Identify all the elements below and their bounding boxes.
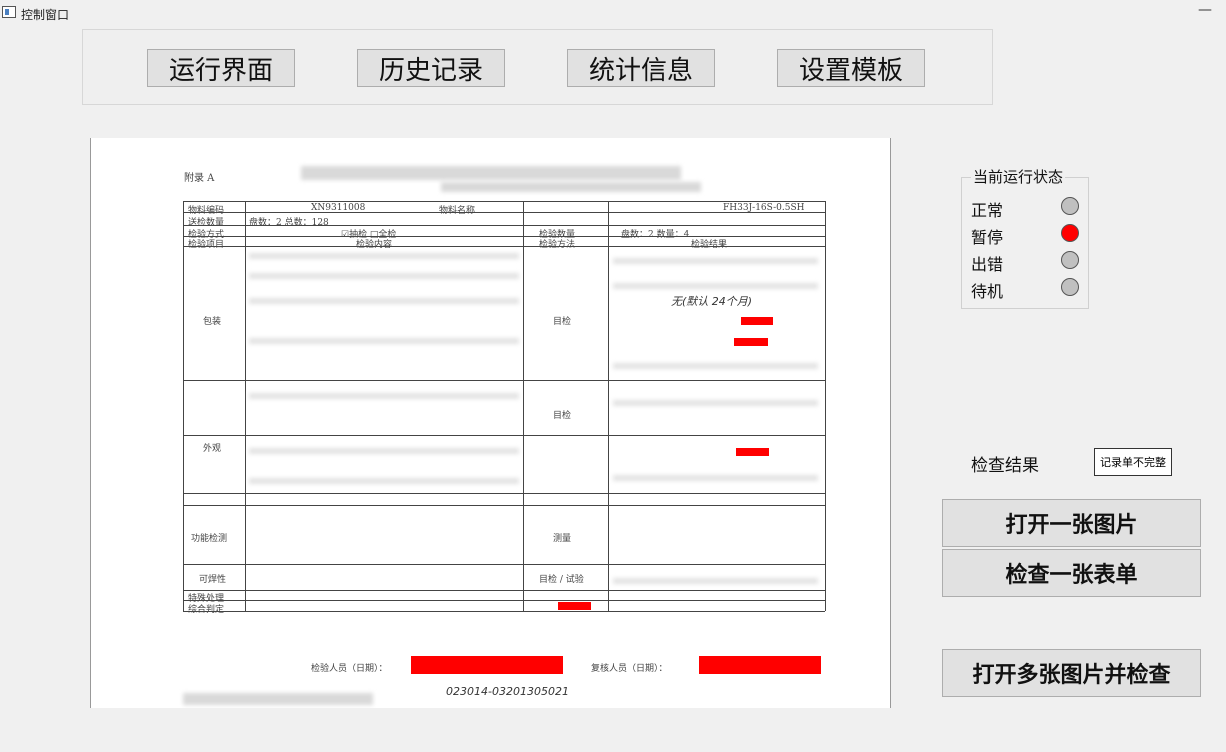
col-result-header: 检验结果 <box>691 240 728 250</box>
material-name-label: 物料名称 <box>439 206 476 216</box>
statistics-button[interactable]: 统计信息 <box>567 49 715 87</box>
open-batch-check-button[interactable]: 打开多张图片并检查 <box>942 649 1201 697</box>
template-settings-button[interactable]: 设置模板 <box>777 49 925 87</box>
appendix-label: 附录 A <box>184 173 215 184</box>
category-packaging: 包装 <box>203 317 222 327</box>
category-solderability: 可焊性 <box>199 575 227 585</box>
inspect-qty: 盘数：2 数量：4 <box>621 230 690 240</box>
status-label-paused: 暂停 <box>971 228 1004 247</box>
minimize-button[interactable]: — <box>1198 2 1212 18</box>
col-item-header: 检验项目 <box>188 240 225 250</box>
status-indicator-standby <box>1061 278 1079 296</box>
status-indicator-paused <box>1061 224 1079 242</box>
check-form-button[interactable]: 检查一张表单 <box>942 549 1201 597</box>
status-label-standby: 待机 <box>971 282 1004 301</box>
col-method-header: 检验方法 <box>539 240 576 250</box>
method-visual: 目检 <box>553 317 572 327</box>
check-result-label: 检查结果 <box>971 456 1039 476</box>
image-preview: 附录 A 物料编码 XN9311008 物料名称 FH33J-16S-0.5SH… <box>90 138 891 708</box>
status-label-normal: 正常 <box>971 201 1004 220</box>
signature-code: 023014-03201305021 <box>446 685 569 698</box>
window-title: 控制窗口 <box>21 8 70 22</box>
redaction-mark <box>736 448 769 456</box>
qty-text: 盘数：2 总数：128 <box>249 218 329 228</box>
category-overall: 综合判定 <box>188 605 225 615</box>
title-bar: 控制窗口 — <box>0 0 1226 28</box>
app-icon <box>2 6 16 18</box>
blurred-footer <box>183 693 373 705</box>
status-title: 当前运行状态 <box>971 166 1066 187</box>
material-code: XN9311008 <box>311 203 366 213</box>
category-function: 功能检测 <box>191 534 228 544</box>
check-result-value: 记录单不完整 <box>1094 448 1172 476</box>
run-view-button[interactable]: 运行界面 <box>147 49 295 87</box>
redaction-mark <box>699 656 821 674</box>
handwritten-note: 无(默认 24个月) <box>671 295 753 308</box>
nav-panel: 运行界面 历史记录 统计信息 设置模板 <box>82 29 993 105</box>
method-measure: 测量 <box>553 534 572 544</box>
method-visual: 目检 <box>553 411 572 421</box>
status-indicator-error <box>1061 251 1079 269</box>
redaction-mark <box>741 317 773 325</box>
redaction-mark <box>734 338 768 346</box>
blurred-header <box>301 166 681 180</box>
redaction-mark <box>411 656 563 674</box>
redaction-mark <box>558 602 591 610</box>
open-image-button[interactable]: 打开一张图片 <box>942 499 1201 547</box>
reviewer-label: 复核人员（日期）： <box>591 664 668 674</box>
history-button[interactable]: 历史记录 <box>357 49 505 87</box>
scanned-form: 附录 A 物料编码 XN9311008 物料名称 FH33J-16S-0.5SH… <box>91 138 890 708</box>
method-visual-test: 目检 / 试验 <box>539 575 584 585</box>
status-label-error: 出错 <box>971 255 1004 274</box>
col-content-header: 检验内容 <box>356 240 393 250</box>
status-indicator-normal <box>1061 197 1079 215</box>
blurred-header <box>441 182 701 192</box>
category-appearance: 外观 <box>203 444 222 454</box>
part-number: FH33J-16S-0.5SH <box>723 203 805 213</box>
inspector-label: 检验人员（日期）： <box>311 664 388 674</box>
